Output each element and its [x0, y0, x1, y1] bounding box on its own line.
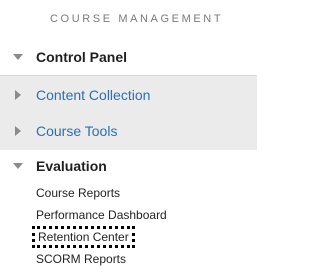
submenu-item-label[interactable]: Performance Dashboard [36, 208, 167, 222]
evaluation-submenu: Course Reports Performance Dashboard Ret… [32, 182, 251, 270]
submenu-item-label[interactable]: SCORM Reports [36, 252, 126, 266]
caret-right-icon[interactable] [12, 125, 24, 137]
submenu-item-retention-center[interactable]: Retention Center [32, 226, 251, 248]
menu-item-control-panel[interactable]: Control Panel [0, 38, 257, 76]
menu-item-evaluation[interactable]: Evaluation [0, 150, 257, 182]
submenu-item-scorm-reports[interactable]: SCORM Reports [36, 248, 251, 270]
menu-item-label: Evaluation [36, 158, 107, 174]
menu-item-content-collection[interactable]: Content Collection [0, 76, 257, 114]
course-management-panel: COURSE MANAGEMENT Control Panel Content … [0, 0, 257, 274]
submenu-item-performance-dashboard[interactable]: Performance Dashboard [36, 204, 251, 226]
submenu-item-label[interactable]: Retention Center [32, 226, 135, 248]
caret-right-icon[interactable] [12, 89, 24, 101]
menu-item-label[interactable]: Content Collection [36, 87, 150, 103]
section-header: COURSE MANAGEMENT [50, 13, 224, 25]
menu-item-course-tools[interactable]: Course Tools [0, 112, 257, 150]
caret-down-icon[interactable] [12, 51, 24, 63]
menu-item-label[interactable]: Course Tools [36, 123, 117, 139]
submenu-item-course-reports[interactable]: Course Reports [36, 182, 251, 204]
menu-item-label: Control Panel [36, 48, 128, 65]
submenu-item-label[interactable]: Course Reports [36, 186, 120, 200]
caret-down-icon[interactable] [12, 160, 24, 172]
